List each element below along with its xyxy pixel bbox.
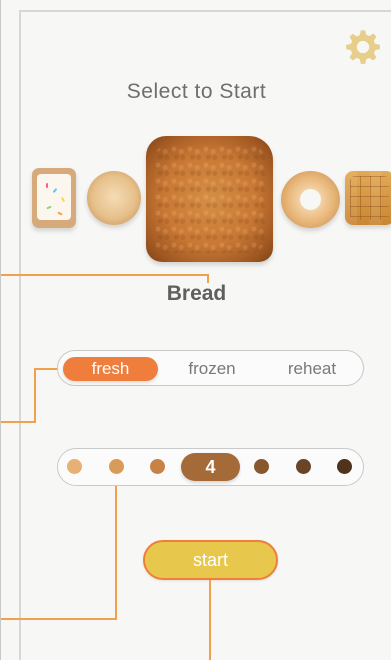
food-item-waffle[interactable] <box>345 171 391 225</box>
selected-food-label: Bread <box>166 282 227 305</box>
food-item-bread[interactable] <box>146 136 273 262</box>
shade-selected-pill[interactable]: 4 <box>181 453 240 481</box>
sprinkle-icon <box>57 211 63 216</box>
shade-dot-2[interactable] <box>109 459 124 474</box>
shade-selector: 4 <box>57 448 364 486</box>
sprinkle-icon <box>52 187 58 194</box>
callout-line-mode-vertical <box>34 368 36 423</box>
gear-icon[interactable] <box>344 28 382 66</box>
shade-dot-7[interactable] <box>337 459 352 474</box>
mode-option-reheat[interactable]: reheat <box>281 357 343 381</box>
start-button[interactable]: start <box>143 540 278 580</box>
callout-line-food-horizontal <box>1 274 209 276</box>
shade-dot-6[interactable] <box>296 459 311 474</box>
food-item-english-muffin[interactable] <box>87 171 141 225</box>
food-item-bagel[interactable] <box>281 171 340 228</box>
sprinkle-icon <box>46 183 48 188</box>
sprinkle-icon <box>46 205 52 210</box>
shade-dot-5[interactable] <box>254 459 269 474</box>
shade-dot-1[interactable] <box>67 459 82 474</box>
callout-line-mode-cap <box>34 368 59 370</box>
callout-line-mode-horizontal <box>1 421 36 423</box>
page-title: Select to Start <box>126 80 267 103</box>
callout-line-start <box>209 580 211 660</box>
mode-selector: fresh frozen reheat <box>57 350 364 386</box>
sprinkle-icon <box>60 196 66 203</box>
shade-dot-3[interactable] <box>150 459 165 474</box>
mode-option-fresh[interactable]: fresh <box>63 357 158 381</box>
callout-line-shade-vertical <box>115 486 117 620</box>
callout-line-shade-horizontal <box>1 618 117 620</box>
left-rail <box>19 10 21 660</box>
top-border <box>19 10 391 12</box>
toaster-screen: Select to Start Bread fresh frozen rehea… <box>0 0 391 660</box>
food-item-poptart[interactable] <box>32 168 76 228</box>
mode-option-frozen[interactable]: frozen <box>176 357 248 381</box>
